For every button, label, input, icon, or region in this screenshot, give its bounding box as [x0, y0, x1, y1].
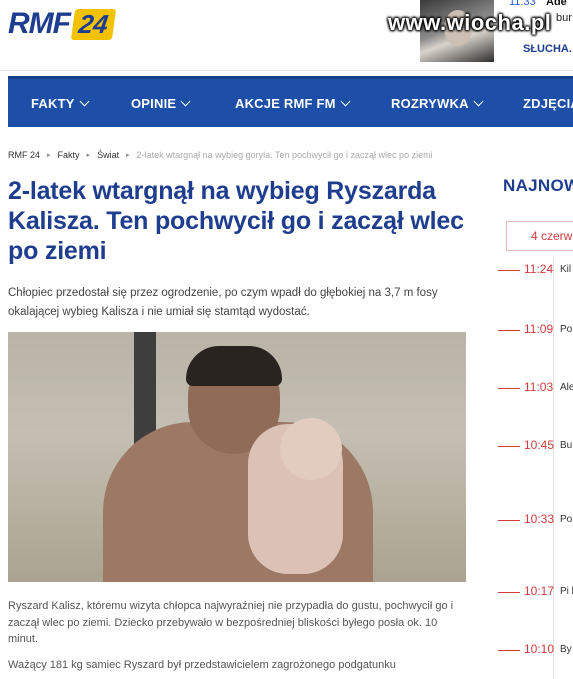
- news-title: By MS pr: [560, 644, 573, 655]
- nav-item-zdjecia[interactable]: ZDJĘCIA: [523, 79, 573, 127]
- breadcrumb-item-swiat[interactable]: Świat: [97, 150, 119, 160]
- nav-item-label: ROZRYWKA: [391, 95, 469, 111]
- news-title: Ale o l jes: [560, 382, 573, 393]
- breadcrumb-separator-icon: ▸: [126, 152, 130, 159]
- header-news-snippet: bur: [556, 12, 572, 24]
- nav-item-fakty[interactable]: FAKTY: [31, 79, 90, 127]
- nav-item-label: AKCJE RMF FM: [235, 95, 336, 111]
- chevron-down-icon: [79, 96, 90, 106]
- news-time: 11:03: [524, 380, 554, 394]
- list-item[interactable]: 11:09 Po w 1:3: [498, 318, 573, 378]
- list-item[interactable]: 10:33 Po pr me po: [498, 508, 573, 568]
- list-item[interactable]: 11:03 Ale o l jes: [498, 376, 573, 436]
- news-time: 10:33: [524, 512, 555, 526]
- logo-rmf-text: RMF: [8, 7, 71, 40]
- nav-item-akcje[interactable]: AKCJE RMF FM: [235, 79, 351, 127]
- photo-man-hair: [186, 346, 282, 386]
- news-title: Po pr me po: [560, 514, 573, 525]
- watermark: www.wiocha.pl: [388, 10, 552, 35]
- news-title: Po w 1:3: [560, 324, 573, 335]
- news-time: 10:10: [524, 642, 555, 656]
- chevron-down-icon: [473, 96, 484, 106]
- news-title: Pi ko sp: [560, 586, 573, 597]
- timeline-dash: [498, 592, 520, 593]
- news-title: Bu mi Fra jęz: [560, 440, 573, 451]
- header-divider: [0, 70, 573, 71]
- news-time: 10:17: [524, 584, 555, 598]
- news-time: 10:45: [524, 438, 555, 452]
- nav-item-rozrywka[interactable]: ROZRYWKA: [391, 79, 484, 127]
- article-lead: Chłopiec przedostał się przez ogrodzenie…: [8, 287, 438, 318]
- breadcrumb-item-fakty[interactable]: Fakty: [58, 150, 80, 160]
- breadcrumb-separator-icon: ▸: [47, 152, 51, 159]
- chevron-down-icon: [340, 96, 351, 106]
- timeline-dash: [498, 446, 520, 447]
- article-paragraph: Ważący 181 kg samiec Ryszard był przedst…: [8, 659, 396, 671]
- article-photo[interactable]: [8, 332, 466, 582]
- list-item[interactable]: 10:10 By MS pr: [498, 638, 573, 679]
- nav-item-label: OPINIE: [131, 95, 177, 111]
- article-paragraph: Ryszard Kalisz, któremu wizyta chłopca n…: [8, 600, 454, 645]
- latest-news-title: NAJNOW: [503, 176, 573, 195]
- news-title: Kil ws Św: [560, 264, 573, 275]
- breadcrumb-item-rmf24[interactable]: RMF 24: [8, 150, 40, 160]
- nav-item-label: ZDJĘCIA: [523, 95, 573, 111]
- site-header: RMF 24 11:33 Ade bur SŁUCHA. www.wiocha.…: [0, 0, 573, 74]
- timeline-dash: [498, 270, 520, 271]
- timeline-dash: [498, 520, 520, 521]
- article-headline: 2-latek wtargnął na wybieg Ryszarda Kali…: [8, 177, 464, 265]
- header-listen-link[interactable]: SŁUCHA.: [523, 43, 572, 55]
- latest-news-date-selector[interactable]: 4 czerw: [506, 221, 573, 251]
- news-time: 11:24: [524, 262, 554, 276]
- timeline-dash: [498, 650, 520, 651]
- breadcrumb-separator-icon: ▸: [86, 152, 91, 159]
- main-nav: FAKTY OPINIE AKCJE RMF FM ROZRYWKA ZDJĘC…: [8, 76, 573, 127]
- timeline-dash: [498, 388, 520, 389]
- nav-item-opinie[interactable]: OPINIE: [131, 79, 191, 127]
- nav-item-label: FAKTY: [31, 95, 75, 111]
- breadcrumb-current: 2-latek wtargnął na wybieg goryla. Ten p…: [136, 150, 433, 160]
- list-item[interactable]: 11:24 Kil ws Św: [498, 258, 573, 318]
- header-news-time: 11:33: [509, 0, 536, 8]
- list-item[interactable]: 10:17 Pi ko sp: [498, 580, 573, 640]
- news-time: 11:09: [524, 322, 554, 336]
- photo-baby-head: [280, 418, 342, 480]
- chevron-down-icon: [180, 96, 191, 106]
- list-item[interactable]: 10:45 Bu mi Fra jęz: [498, 434, 573, 494]
- header-news-title[interactable]: Ade: [546, 0, 567, 8]
- rmf24-logo[interactable]: RMF 24: [8, 6, 117, 42]
- logo-24-badge: 24: [70, 8, 117, 40]
- breadcrumb: RMF 24 ▸ Fakty ▸ Świat ▸ 2-latek wtargną…: [8, 150, 433, 160]
- timeline-dash: [498, 330, 520, 331]
